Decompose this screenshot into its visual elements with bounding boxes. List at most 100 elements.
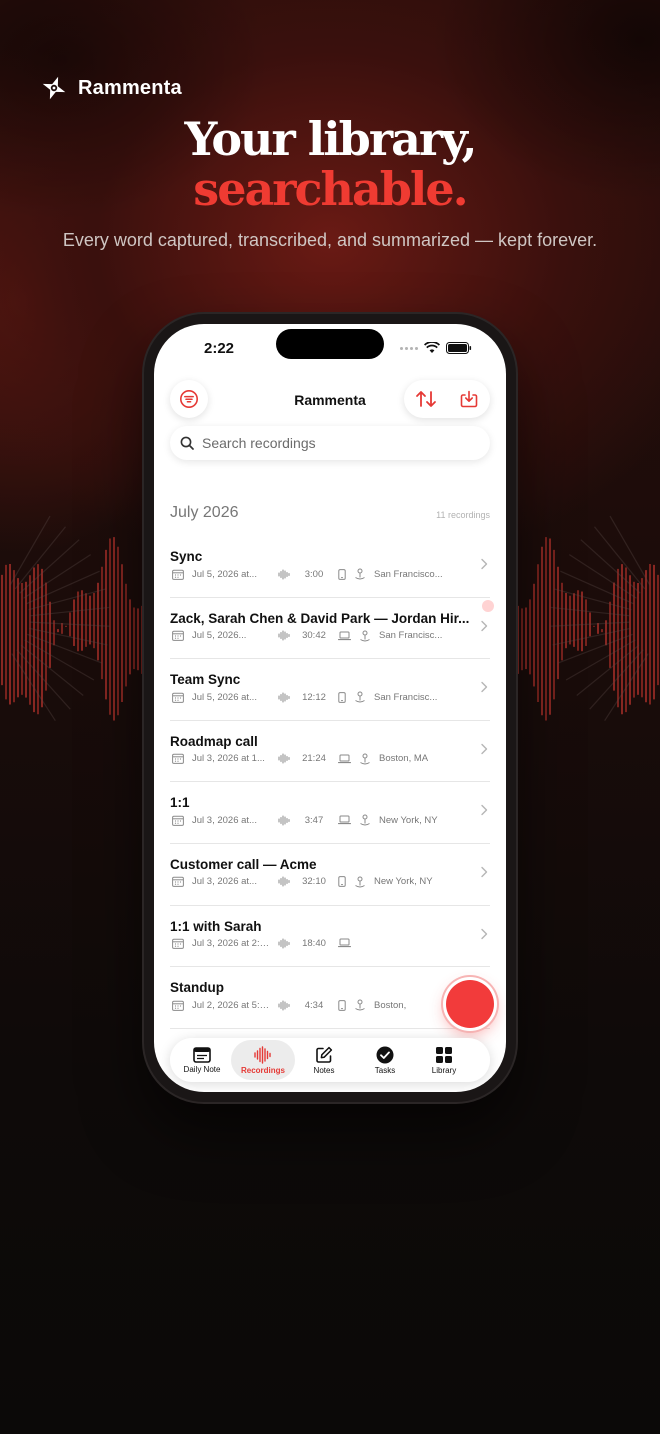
recording-title: Team Sync <box>170 672 241 688</box>
recording-row[interactable]: Team Sync Jul 5, 2026 at... 12:12 San Franc… <box>170 659 490 721</box>
calendar-icon <box>172 569 184 580</box>
recording-location: Boston, MA <box>379 753 429 765</box>
search-input[interactable] <box>202 435 472 451</box>
brand-name: Rammenta <box>78 76 182 99</box>
tab-bar: Daily Note Recordings Notes Tasks Library <box>170 1038 490 1082</box>
recording-title: Roadmap call <box>170 733 258 749</box>
chevron-right-icon <box>481 866 488 878</box>
recording-row[interactable]: Customer call — Acme Jul 3, 2026 at... 32:… <box>170 844 490 906</box>
battery-icon <box>446 342 472 354</box>
tab-recordings[interactable]: Recordings <box>231 1040 295 1080</box>
recording-date: Jul 2, 2026 at 5:4... <box>192 999 270 1011</box>
laptop-device-icon <box>338 938 351 948</box>
phone-device-icon <box>338 691 346 703</box>
waveform-icon <box>278 692 290 703</box>
chevron-right-icon <box>481 928 488 939</box>
hero-title-line1: Your library, <box>184 112 478 166</box>
waveform-icon <box>278 569 290 579</box>
recording-duration: 18:40 <box>302 937 326 949</box>
recording-date: Jul 5, 2026... <box>192 630 247 642</box>
recording-duration: 4:34 <box>304 999 324 1011</box>
recording-date: Jul 3, 2026 at 2:22 AM <box>192 937 270 949</box>
hero-subtitle: Every word captured, transcribed, and su… <box>62 230 598 250</box>
phone-device-icon <box>338 999 346 1011</box>
recording-meta: Jul 3, 2026 at... 32:10 New York, NY <box>172 876 448 888</box>
location-pin-icon <box>360 814 370 826</box>
waveform-icon <box>278 938 290 949</box>
recording-row[interactable]: Sync Jul 5, 2026 at... 3:00 San Francisco..… <box>170 536 490 598</box>
recording-meta: Jul 3, 2026 at... 3:47 New York, NY <box>172 814 453 826</box>
checkmark-circle-icon <box>376 1046 394 1064</box>
phone-screen: 2:22 Rammenta Search recordings July 202… <box>154 324 506 1092</box>
hero-title: Your library, searchable. <box>0 114 660 214</box>
wifi-icon <box>424 342 440 353</box>
location-pin-icon <box>360 753 370 765</box>
calendar-icon <box>172 630 184 641</box>
swipe-indicator <box>482 600 494 612</box>
waveform-icon <box>278 630 290 641</box>
tab-label: Library <box>431 1065 457 1075</box>
calendar-icon <box>172 1000 184 1011</box>
tab-tasks[interactable]: Tasks <box>353 1040 417 1080</box>
recording-row[interactable]: Roadmap call Jul 3, 2026 at 1... 21:24 Bost… <box>170 721 490 783</box>
sort-button[interactable] <box>404 380 447 418</box>
recording-location: Boston, <box>374 999 407 1011</box>
recording-title: Standup <box>170 980 224 996</box>
status-icons <box>400 342 472 354</box>
recording-meta: Jul 5, 2026 at... 12:12 San Francisc... <box>172 691 448 703</box>
laptop-device-icon <box>338 815 351 825</box>
calendar-note-icon <box>193 1046 211 1063</box>
left-waveform-decoration <box>1 515 159 721</box>
recording-title: Customer call — Acme <box>170 856 317 872</box>
recording-location: San Francisco... <box>374 568 443 580</box>
recording-meta: Jul 3, 2026 at 2:22 AM 18:40 <box>172 938 351 949</box>
calendar-icon <box>172 753 184 765</box>
tab-label: Recordings <box>240 1065 285 1075</box>
recording-duration: 30:42 <box>302 630 326 642</box>
recording-date: Jul 5, 2026 at... <box>192 568 257 580</box>
waveform-icon <box>278 1000 290 1011</box>
phone-device-icon <box>338 568 346 580</box>
recording-location: New York, NY <box>374 876 433 888</box>
recording-location: San Francisc... <box>379 630 443 642</box>
hero-title-line2: searchable. <box>193 162 468 216</box>
recording-location: San Francisc... <box>374 691 438 703</box>
record-button[interactable] <box>446 980 494 1028</box>
chevron-right-icon <box>481 743 488 754</box>
chevron-right-icon <box>481 681 488 693</box>
recordings-list: Sync Jul 5, 2026 at... 3:00 San Francisco..… <box>154 536 506 1029</box>
tab-label: Daily Note <box>183 1064 221 1074</box>
phone-device-icon <box>338 876 346 888</box>
waveform-icon <box>278 815 290 826</box>
shuriken-logo-icon <box>42 76 66 100</box>
tab-library[interactable]: Library <box>412 1040 476 1080</box>
calendar-icon <box>172 938 184 949</box>
recording-meta: Jul 3, 2026 at 1... 21:24 Boston, MA <box>172 753 453 765</box>
recording-row[interactable]: 1:1 Jul 3, 2026 at... 3:47 New York, NY <box>170 782 490 844</box>
recording-duration: 3:00 <box>304 568 324 580</box>
recording-duration: 12:12 <box>302 691 326 703</box>
phone-frame: 2:22 Rammenta Search recordings July 202… <box>144 314 516 1102</box>
recording-meta: Jul 5, 2026... 30:42 San Francisc... <box>172 630 453 642</box>
location-pin-icon <box>355 691 365 703</box>
signal-dots-icon <box>400 346 418 350</box>
recording-row[interactable]: 1:1 with Sarah Jul 3, 2026 at 2:22 AM 18:4… <box>170 906 490 968</box>
calendar-icon <box>172 815 184 826</box>
recording-title: 1:1 <box>170 795 190 811</box>
recording-row[interactable]: Zack, Sarah Chen & David Park — Jordan H… <box>170 598 490 660</box>
laptop-device-icon <box>338 754 351 763</box>
calendar-icon <box>172 877 184 888</box>
grid-icon <box>435 1046 453 1064</box>
sort-arrows-icon <box>415 391 436 407</box>
location-pin-icon <box>360 630 370 642</box>
search-bar[interactable] <box>170 426 490 460</box>
tab-daily-note[interactable]: Daily Note <box>170 1040 234 1080</box>
header-actions <box>404 380 490 418</box>
recording-meta: Jul 5, 2026 at... 3:00 San Francisco... <box>172 568 448 580</box>
tab-notes[interactable]: Notes <box>292 1040 356 1080</box>
import-button[interactable] <box>447 380 490 418</box>
brand: Rammenta <box>40 74 182 102</box>
section-month: July 2026 <box>170 504 239 521</box>
recording-row[interactable]: Standup Jul 2, 2026 at 5:4... 4:34 Boston, <box>170 967 490 1029</box>
chevron-right-icon <box>481 558 488 570</box>
